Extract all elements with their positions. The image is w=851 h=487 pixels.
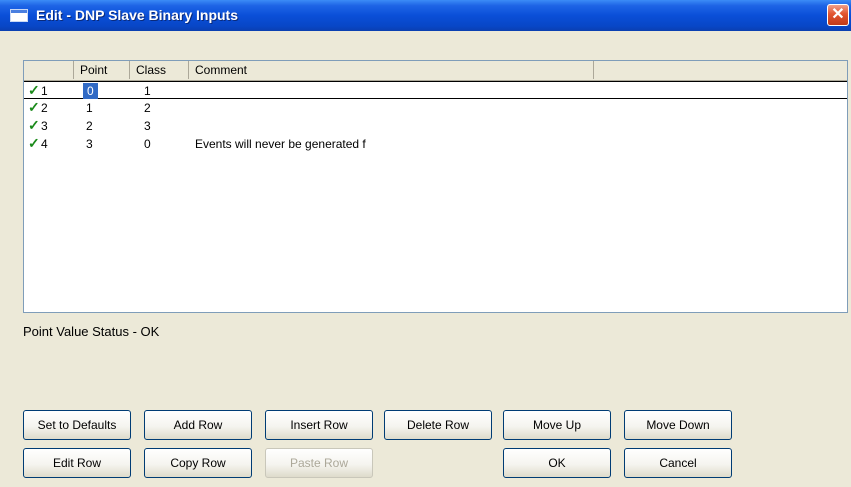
header-row-indicator (24, 61, 74, 79)
table-row[interactable]: ✓ 4 3 0 Events will never be generated f (24, 135, 847, 153)
point-cell[interactable]: 2 (86, 118, 93, 134)
window-icon (10, 9, 28, 22)
add-row-button[interactable]: Add Row (144, 410, 252, 440)
ok-button[interactable]: OK (503, 448, 611, 478)
class-cell[interactable]: 1 (144, 83, 151, 99)
table-row[interactable]: ✓ 3 2 3 (24, 117, 847, 135)
header-class[interactable]: Class (130, 61, 189, 79)
check-icon: ✓ (28, 117, 40, 133)
set-to-defaults-button[interactable]: Set to Defaults (23, 410, 131, 440)
header-point[interactable]: Point (74, 61, 130, 79)
move-up-button[interactable]: Move Up (503, 410, 611, 440)
window-title: Edit - DNP Slave Binary Inputs (36, 7, 239, 23)
class-cell[interactable]: 3 (144, 118, 151, 134)
title-bar: Edit - DNP Slave Binary Inputs ✕ (0, 0, 851, 31)
table-row[interactable]: ✓ 2 1 2 (24, 99, 847, 117)
class-cell[interactable]: 2 (144, 100, 151, 116)
row-number: 2 (41, 101, 48, 115)
check-icon: ✓ (28, 135, 40, 151)
close-button[interactable]: ✕ (827, 4, 849, 26)
copy-row-button[interactable]: Copy Row (144, 448, 252, 478)
insert-row-button[interactable]: Insert Row (265, 410, 373, 440)
point-cell[interactable]: 0 (83, 83, 98, 99)
cancel-button[interactable]: Cancel (624, 448, 732, 478)
grid-header: Point Class Comment (24, 61, 847, 81)
point-value-status: Point Value Status - OK (23, 324, 160, 339)
row-number: 1 (41, 84, 48, 98)
row-number: 4 (41, 137, 48, 151)
comment-cell[interactable]: Events will never be generated f (195, 136, 366, 152)
class-cell[interactable]: 0 (144, 136, 151, 152)
paste-row-button[interactable]: Paste Row (265, 448, 373, 478)
data-grid[interactable]: Point Class Comment ✓ 1 0 1 ✓ 2 1 2 ✓ 3 … (23, 60, 848, 313)
move-down-button[interactable]: Move Down (624, 410, 732, 440)
header-comment[interactable]: Comment (189, 61, 594, 79)
row-number: 3 (41, 119, 48, 133)
delete-row-button[interactable]: Delete Row (384, 410, 492, 440)
table-row[interactable]: ✓ 1 0 1 (24, 81, 847, 99)
point-cell[interactable]: 1 (86, 100, 93, 116)
check-icon: ✓ (28, 82, 40, 98)
edit-row-button[interactable]: Edit Row (23, 448, 131, 478)
point-cell[interactable]: 3 (86, 136, 93, 152)
check-icon: ✓ (28, 99, 40, 115)
